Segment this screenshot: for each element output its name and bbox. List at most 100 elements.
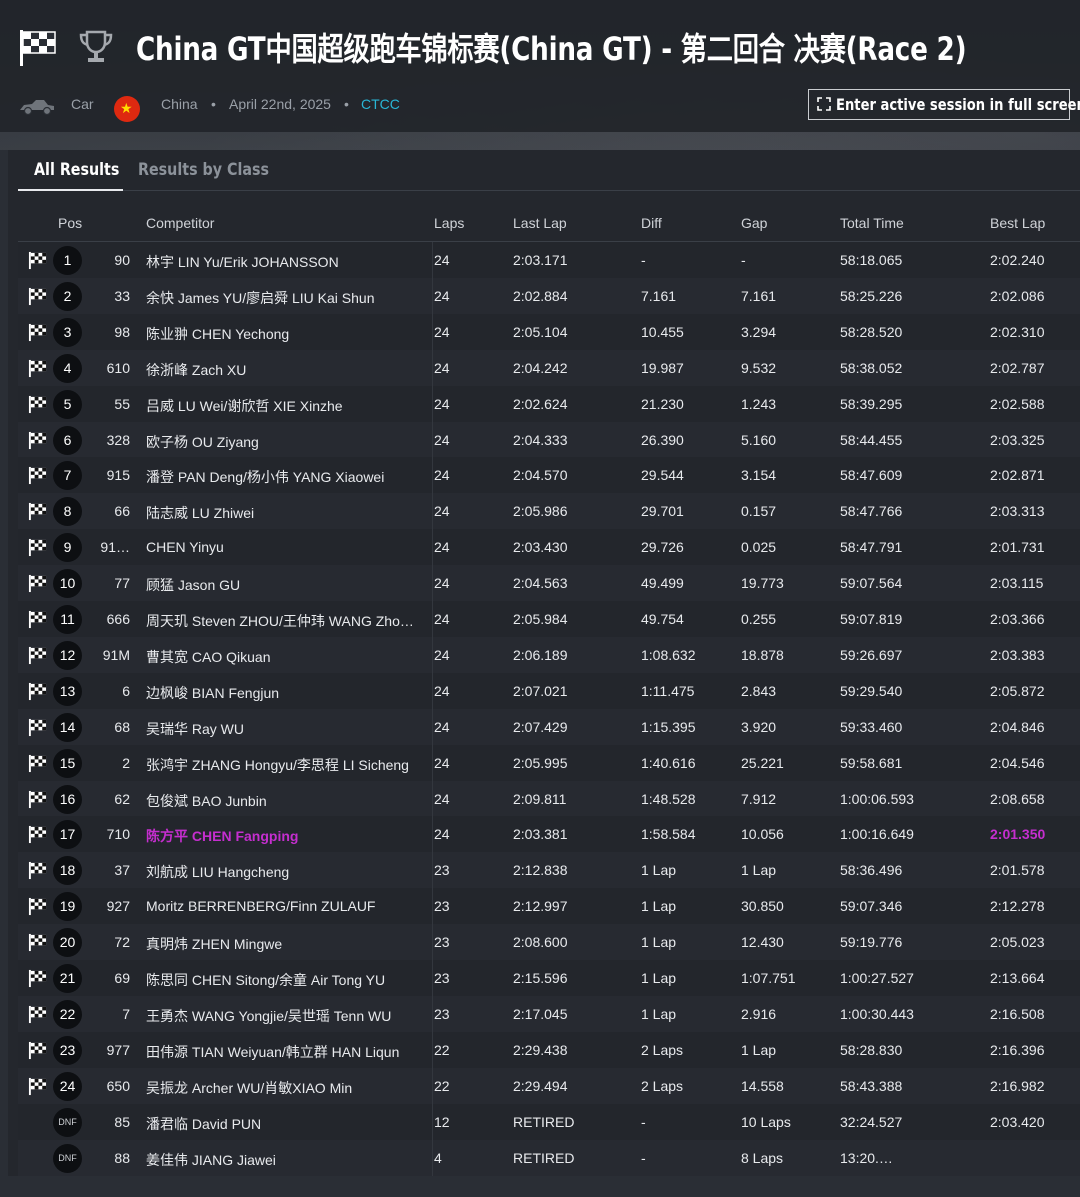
table-row[interactable]: 5 55 吕威 LU Wei/谢欣哲 XIE Xinzhe 24 2:02.624 21.… bbox=[18, 385, 1080, 422]
competitor-name[interactable]: 林宇 LIN Yu/Erik JOHANSSON bbox=[146, 252, 418, 272]
competitor-name[interactable]: 真明炜 ZHEN Mingwe bbox=[146, 934, 418, 954]
competitor-name[interactable]: 刘航成 LIU Hangcheng bbox=[146, 862, 418, 882]
competitor-name[interactable]: 吴瑞华 Ray WU bbox=[146, 719, 418, 739]
best-lap-value: 2:04.846 bbox=[990, 718, 1045, 735]
table-row[interactable]: DNF 85 潘君临 David PUN 12 RETIRED - 10 Laps 32:24… bbox=[18, 1103, 1080, 1140]
table-row[interactable]: 23 977 田伟源 TIAN Weiyuan/韩立群 HAN Liqun 22 2:2… bbox=[18, 1031, 1080, 1068]
table-row[interactable]: DNF 88 姜佳伟 JIANG Jiawei 4 RETIRED - 8 Laps 13:2… bbox=[18, 1139, 1080, 1176]
car-number: 6 bbox=[122, 682, 130, 699]
tab-results-by-class[interactable]: Results by Class bbox=[138, 160, 294, 190]
competitor-name[interactable]: 姜佳伟 JIANG Jiawei bbox=[146, 1150, 418, 1170]
car-number: 666 bbox=[106, 611, 130, 627]
race-car-icon bbox=[20, 100, 54, 116]
col-diff[interactable]: Diff bbox=[641, 215, 662, 231]
total-time-value: 1:00:30.443 bbox=[840, 1005, 914, 1022]
laps-value: 23 bbox=[434, 970, 450, 986]
position-badge: 14 bbox=[53, 712, 82, 742]
best-lap-value: 2:04.546 bbox=[990, 754, 1045, 771]
laps-value: 24 bbox=[434, 646, 450, 663]
table-row[interactable]: 20 72 真明炜 ZHEN Mingwe 23 2:08.600 1 Lap 12.430… bbox=[18, 924, 1080, 961]
fullscreen-button[interactable]: Enter active session in full screen bbox=[808, 89, 1080, 120]
competitor-name[interactable]: 陆志威 LU Zhiwei bbox=[146, 503, 418, 523]
table-row[interactable]: 11 666 周天玑 Steven ZHOU/王仲玮 WANG Zho… 24 2:05… bbox=[18, 601, 1080, 637]
checkered-flag-icon bbox=[28, 898, 47, 916]
total-time-value: 58:47.766 bbox=[840, 503, 903, 520]
best-lap-value: 2:03.383 bbox=[990, 646, 1045, 663]
tab-all-results[interactable]: All Results bbox=[18, 160, 136, 191]
competitor-name[interactable]: 周天玑 Steven ZHOU/王仲玮 WANG Zho… bbox=[146, 611, 418, 631]
competitor-name[interactable]: 陈方平 CHEN Fangping bbox=[146, 826, 418, 846]
competitor-name[interactable]: 吴振龙 Archer WU/肖敏XIAO Min bbox=[146, 1078, 418, 1098]
checkered-flag-icon bbox=[28, 323, 47, 341]
competitor-name[interactable]: 田伟源 TIAN Weiyuan/韩立群 HAN Liqun bbox=[146, 1042, 418, 1062]
best-lap-value: 2:12.278 bbox=[990, 898, 1045, 915]
last-lap-value: 2:04.333 bbox=[513, 431, 568, 448]
table-row[interactable]: 14 68 吴瑞华 Ray WU 24 2:07.429 1:15.395 3.920 59:… bbox=[18, 708, 1080, 745]
table-row[interactable]: 18 37 刘航成 LIU Hangcheng 23 2:12.838 1 Lap 1 La… bbox=[18, 852, 1080, 889]
competitor-name[interactable]: 陈思同 CHEN Sitong/余童 Air Tong YU bbox=[146, 970, 418, 990]
table-row[interactable]: 6 328 欧子杨 OU Ziyang 24 2:04.333 26.390 5.160 58… bbox=[18, 421, 1080, 458]
laps-value: 24 bbox=[434, 359, 450, 376]
competitor-name[interactable]: CHEN Yinyu bbox=[146, 539, 418, 555]
position-badge: 21 bbox=[53, 964, 82, 993]
competitor-name[interactable]: 欧子杨 OU Ziyang bbox=[146, 432, 418, 452]
competitor-name[interactable]: 包俊斌 BAO Junbin bbox=[146, 791, 418, 811]
series-link[interactable]: CTCC bbox=[361, 96, 400, 112]
competitor-name[interactable]: 顾猛 Jason GU bbox=[146, 575, 418, 595]
table-row[interactable]: 13 6 边枫峻 BIAN Fengjun 24 2:07.021 1:11.475 2.8… bbox=[18, 672, 1080, 709]
table-row[interactable]: 15 2 张鸿宇 ZHANG Hongyu/李思程 LI Sicheng 24 2:05… bbox=[18, 744, 1080, 781]
col-pos[interactable]: Pos bbox=[58, 215, 82, 231]
position-badge: 4 bbox=[53, 353, 82, 383]
table-row[interactable]: 24 650 吴振龙 Archer WU/肖敏XIAO Min 22 2:29.494 2… bbox=[18, 1067, 1080, 1104]
table-row[interactable]: 16 62 包俊斌 BAO Junbin 24 2:09.811 1:48.528 7.91… bbox=[18, 780, 1080, 817]
gap-value: 1.243 bbox=[741, 395, 777, 412]
competitor-name[interactable]: 潘君临 David PUN bbox=[146, 1114, 418, 1134]
table-row[interactable]: 2 33 余快 James YU/廖启舜 LIU Kai Shun 24 2:02.88… bbox=[18, 277, 1080, 314]
col-gap[interactable]: Gap bbox=[741, 215, 767, 231]
col-competitor[interactable]: Competitor bbox=[146, 215, 214, 231]
competitor-name[interactable]: Moritz BERRENBERG/Finn ZULAUF bbox=[146, 898, 418, 914]
col-best-lap[interactable]: Best Lap bbox=[990, 215, 1045, 231]
table-row[interactable]: 1 90 林宇 LIN Yu/Erik JOHANSSON 24 2:03.171 - - 5… bbox=[18, 242, 1080, 278]
total-time-value: 1:00:06.593 bbox=[840, 790, 914, 807]
col-total-time[interactable]: Total Time bbox=[840, 215, 904, 231]
table-row[interactable]: 12 91M 曹其宽 CAO Qikuan 24 2:06.189 1:08.632 18.… bbox=[18, 636, 1080, 673]
col-laps[interactable]: Laps bbox=[434, 215, 464, 231]
table-row[interactable]: 9 91… CHEN Yinyu 24 2:03.430 29.726 0.025 58:47… bbox=[18, 529, 1080, 566]
total-time-value: 58:28.520 bbox=[840, 323, 903, 340]
diff-value: 29.544 bbox=[641, 467, 684, 484]
last-lap-value: 2:05.995 bbox=[513, 754, 568, 771]
competitor-name[interactable]: 潘登 PAN Deng/杨小伟 YANG Xiaowei bbox=[146, 467, 418, 487]
competitor-name[interactable]: 吕威 LU Wei/谢欣哲 XIE Xinzhe bbox=[146, 396, 418, 416]
checkered-flag-icon bbox=[28, 1041, 47, 1059]
best-lap-value: 2:02.787 bbox=[990, 359, 1045, 376]
competitor-name[interactable]: 边枫峻 BIAN Fengjun bbox=[146, 683, 418, 703]
checkered-flag-icon bbox=[28, 790, 47, 808]
competitor-name[interactable]: 张鸿宇 ZHANG Hongyu/李思程 LI Sicheng bbox=[146, 755, 418, 775]
competitor-name[interactable]: 王勇杰 WANG Yongjie/吴世瑶 Tenn WU bbox=[146, 1006, 418, 1026]
total-time-value: 58:39.295 bbox=[840, 395, 903, 412]
competitor-name[interactable]: 陈业翀 CHEN Yechong bbox=[146, 324, 418, 344]
table-row[interactable]: 10 77 顾猛 Jason GU 24 2:04.563 49.499 19.773 59:… bbox=[18, 565, 1080, 602]
table-row[interactable]: 7 915 潘登 PAN Deng/杨小伟 YANG Xiaowei 24 2:04.5… bbox=[18, 457, 1080, 494]
competitor-name[interactable]: 徐浙峰 Zach XU bbox=[146, 360, 418, 380]
table-row[interactable]: 17 710 陈方平 CHEN Fangping 24 2:03.381 1:58.584… bbox=[18, 816, 1080, 853]
table-row[interactable]: 3 98 陈业翀 CHEN Yechong 24 2:05.104 10.455 3.294… bbox=[18, 313, 1080, 350]
table-row[interactable]: 21 69 陈思同 CHEN Sitong/余童 Air Tong YU 23 2:15… bbox=[18, 960, 1080, 996]
competitor-name[interactable]: 余快 James YU/廖启舜 LIU Kai Shun bbox=[146, 288, 418, 308]
position-badge: DNF bbox=[53, 1107, 82, 1137]
separator-dot: • bbox=[344, 96, 349, 112]
table-row[interactable]: 22 7 王勇杰 WANG Yongjie/吴世瑶 Tenn WU 23 2:17.04… bbox=[18, 995, 1080, 1032]
total-time-value: 1:00:27.527 bbox=[840, 970, 914, 986]
last-lap-value: 2:07.429 bbox=[513, 718, 568, 735]
diff-value: 1:08.632 bbox=[641, 646, 696, 663]
gap-value: 10.056 bbox=[741, 826, 784, 843]
diff-value: 1:40.616 bbox=[641, 754, 696, 771]
competitor-name[interactable]: 曹其宽 CAO Qikuan bbox=[146, 647, 418, 667]
table-row[interactable]: 19 927 Moritz BERRENBERG/Finn ZULAUF 23 2:12… bbox=[18, 888, 1080, 925]
col-last-lap[interactable]: Last Lap bbox=[513, 215, 567, 231]
table-row[interactable]: 4 610 徐浙峰 Zach XU 24 2:04.242 19.987 9.532 58:3… bbox=[18, 349, 1080, 386]
laps-value: 24 bbox=[434, 467, 450, 484]
table-row[interactable]: 8 66 陆志威 LU Zhiwei 24 2:05.986 29.701 0.157 58:… bbox=[18, 493, 1080, 530]
fullscreen-label: Enter active session in full screen bbox=[836, 95, 1080, 114]
